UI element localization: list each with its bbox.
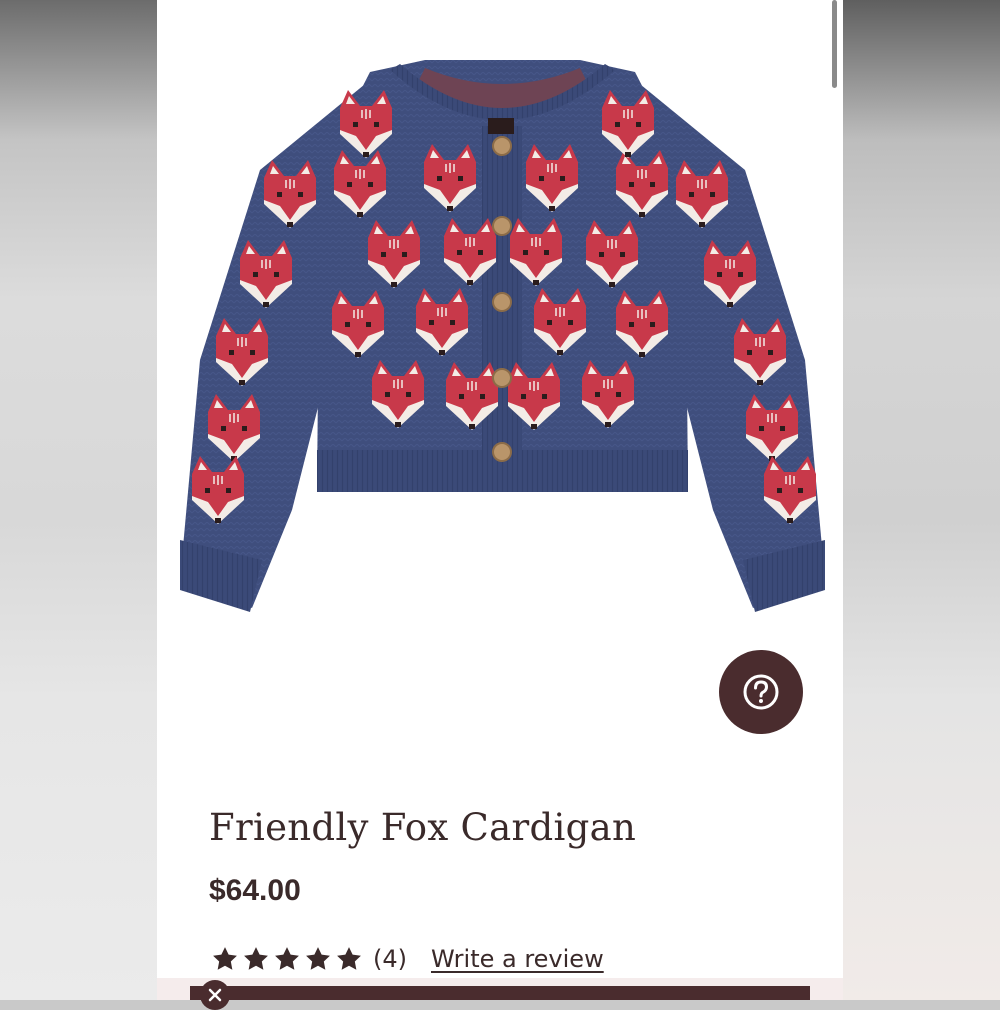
star-icon xyxy=(337,947,361,970)
star-icon xyxy=(306,947,330,970)
help-button[interactable] xyxy=(719,650,803,734)
review-count[interactable]: (4) xyxy=(373,945,407,973)
product-image xyxy=(180,60,825,612)
star-rating[interactable] xyxy=(211,945,363,973)
product-title: Friendly Fox Cardigan xyxy=(209,806,637,849)
scrollbar[interactable] xyxy=(832,0,837,88)
write-review-link[interactable]: Write a review xyxy=(431,945,604,973)
blurred-backdrop-left xyxy=(0,0,157,1000)
close-icon xyxy=(208,988,222,1002)
star-icon xyxy=(244,947,268,970)
star-icon xyxy=(275,947,299,970)
bottom-banner[interactable] xyxy=(190,986,810,1000)
product-price: $64.00 xyxy=(209,874,301,907)
banner-close-button[interactable] xyxy=(200,980,230,1010)
blurred-backdrop-right xyxy=(843,0,1000,1000)
rating-row: (4) Write a review xyxy=(211,942,604,976)
star-icon xyxy=(213,947,237,970)
help-question-icon xyxy=(743,674,779,710)
